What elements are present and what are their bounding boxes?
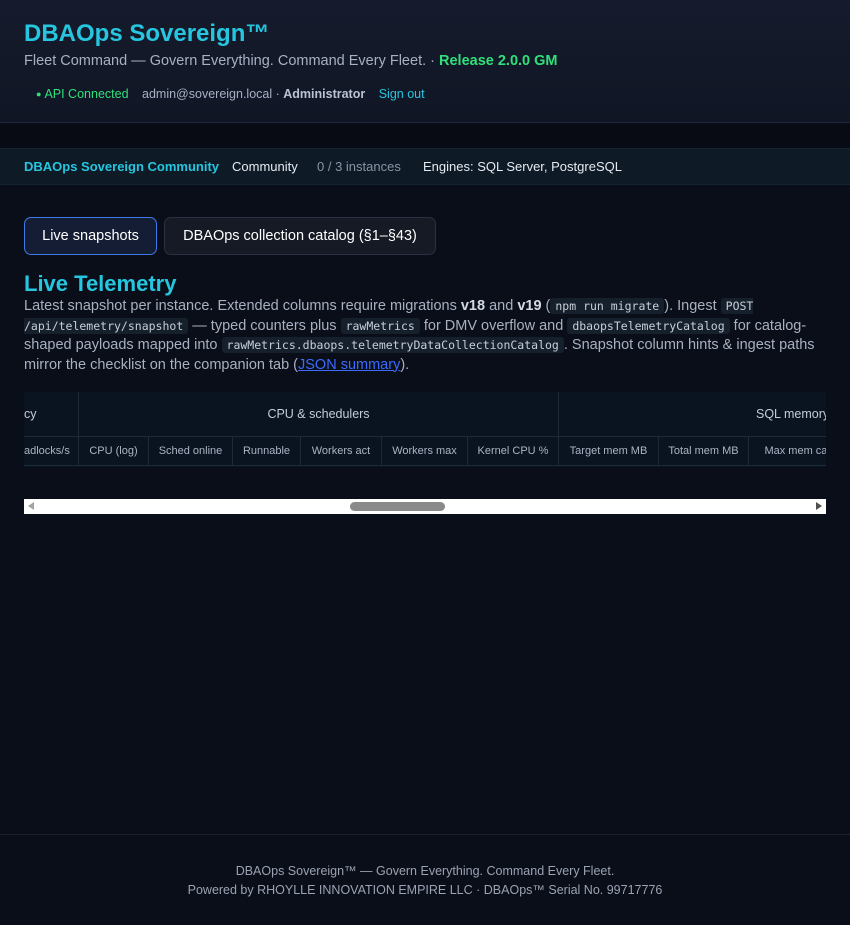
code-npm-migrate: npm run migrate [550, 298, 665, 314]
page-footer: DBAOps Sovereign™ — Govern Everything. C… [0, 834, 850, 925]
json-summary-link[interactable]: JSON summary [298, 357, 400, 373]
column-header[interactable]: Target mem MB [559, 436, 659, 466]
footer-credits: Powered by RHOYLLE INNOVATION EMPIRE LLC… [187, 883, 663, 897]
app-header: DBAOps Sovereign™ Fleet Command — Govern… [0, 0, 850, 123]
code-telemetry-catalog: dbaopsTelemetryCatalog [567, 317, 730, 334]
column-header[interactable]: Runnable [233, 436, 301, 466]
sign-out-link[interactable]: Sign out [379, 87, 425, 101]
scroll-right-arrow-icon[interactable] [816, 502, 822, 510]
column-header[interactable]: CPU (log) [79, 436, 149, 466]
column-header[interactable]: Total mem MB [659, 436, 749, 466]
section-title: Live Telemetry [24, 271, 177, 296]
user-role: Administrator [283, 87, 366, 101]
tagline: Fleet Command — Govern Everything. Comma… [24, 53, 558, 69]
column-group-cpu-schedulers: CPU & schedulers [79, 392, 559, 436]
license-bar: DBAOps Sovereign Community Community 0 /… [0, 148, 850, 185]
edition-tier: Community [232, 159, 298, 174]
migration-v18: v18 [460, 298, 486, 314]
section-description: Latest snapshot per instance. Extended c… [24, 297, 830, 375]
tab-collection-catalog[interactable]: DBAOps collection catalog (§1–§43) [164, 217, 436, 255]
desc-text: — typed counters plus [188, 317, 341, 334]
column-header[interactable]: Workers act [301, 436, 382, 466]
edition-name: DBAOps Sovereign Community [24, 159, 220, 174]
column-header[interactable]: Kernel CPU % [468, 436, 559, 466]
header-spacer [0, 124, 850, 148]
column-header[interactable]: Workers max [382, 436, 468, 466]
column-header[interactable]: Sched online [149, 436, 233, 466]
api-status-label: API Connected [44, 87, 129, 101]
tab-live-snapshots[interactable]: Live snapshots [24, 217, 157, 255]
migration-v19: v19 [517, 298, 542, 314]
desc-text: ). [400, 356, 410, 373]
supported-engines: Engines: SQL Server, PostgreSQL [423, 159, 622, 174]
scroll-left-arrow-icon[interactable] [28, 502, 34, 510]
column-group-latency: cy [24, 392, 79, 436]
tagline-text: Fleet Command — Govern Everything. Comma… [24, 53, 435, 69]
column-header[interactable]: adlocks/s [24, 436, 79, 466]
desc-text: and [485, 298, 518, 314]
api-status: ● API Connected [36, 87, 129, 101]
column-header[interactable]: Max mem cap [749, 436, 826, 466]
user-bar: ● API Connected admin@sovereign.local · A… [36, 87, 425, 101]
instance-count: 0 / 3 instances [317, 159, 401, 174]
release-badge: Release 2.0.0 GM [439, 53, 558, 69]
desc-text: Latest snapshot per instance. Extended c… [24, 298, 461, 314]
telemetry-table[interactable]: cy CPU & schedulers SQL memory adlocks/s… [24, 392, 826, 467]
desc-text: ). Ingest [664, 298, 721, 314]
code-catalog-path: rawMetrics.dbaops.telemetryDataCollectio… [221, 337, 564, 353]
desc-text: for DMV overflow and [419, 317, 568, 334]
footer-tagline: DBAOps Sovereign™ — Govern Everything. C… [235, 864, 615, 878]
user-email: admin@sovereign.local · [142, 87, 280, 101]
brand-title: DBAOps Sovereign™ [24, 20, 270, 47]
status-dot-icon: ● [36, 89, 42, 99]
code-raw-metrics: rawMetrics [340, 317, 420, 334]
column-group-sql-memory: SQL memory [756, 407, 826, 421]
horizontal-scrollbar[interactable] [24, 499, 826, 514]
scrollbar-thumb[interactable] [350, 502, 445, 511]
